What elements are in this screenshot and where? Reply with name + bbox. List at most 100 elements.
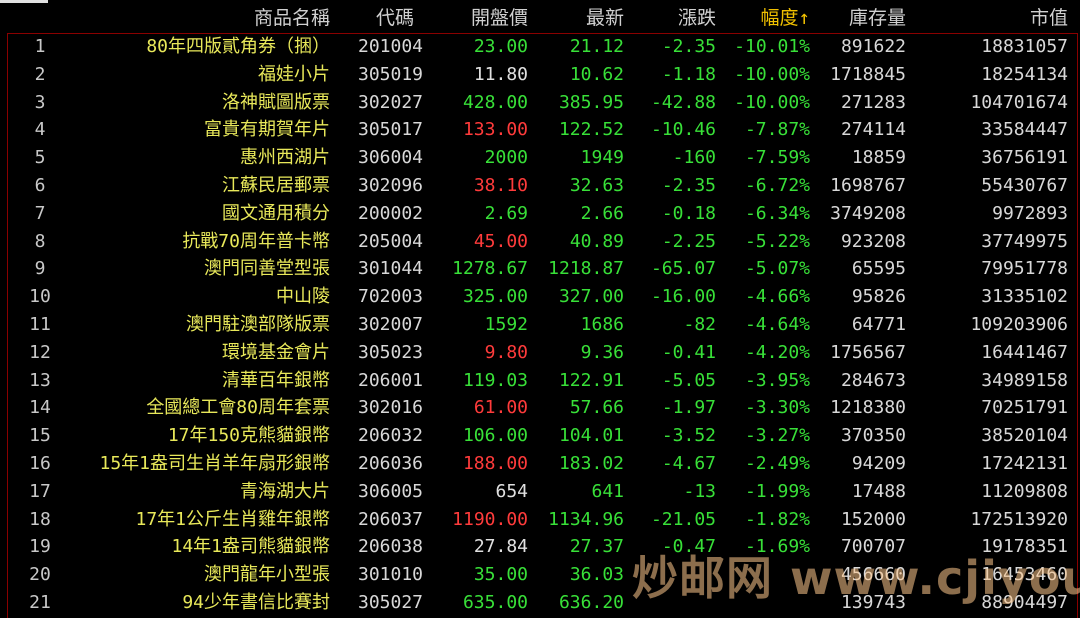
row-code: 301044 [358,258,424,280]
row-market-value: 9972893 [992,202,1068,224]
row-open-price: 35.00 [473,564,528,586]
row-pct: -4.64% [744,314,810,335]
row-market-value: 34989158 [981,369,1068,391]
row-index: 5 [34,147,46,169]
row-open-price: 1278.67 [452,258,528,280]
row-open-price: 188.00 [462,453,528,474]
row-change: -42.88 [650,91,716,113]
row-change: -0.18 [661,202,716,224]
row-name: 清華百年銀幣 [222,369,330,391]
row-stock: 152000 [840,508,906,530]
header-market-value[interactable]: 市值 [1030,3,1068,33]
row-index: 9 [34,258,46,280]
row-last-price: 1949 [580,147,624,169]
row-last-price: 36.03 [569,564,624,586]
row-pct: -3.95% [744,369,810,391]
row-market-value: 18254134 [981,63,1068,85]
row-last-price: 327.00 [558,286,624,308]
header-change[interactable]: 漲跌 [678,3,716,33]
row-last-price: 183.02 [558,453,624,474]
row-name: 江蘇民居郵票 [222,175,330,196]
row-open-price: 45.00 [473,230,528,252]
row-market-value: 104701674 [970,91,1068,113]
row-stock: 95826 [851,286,906,308]
row-last-price: 40.89 [569,230,624,252]
row-name: 洛神賦圖版票 [222,91,330,113]
row-stock: 274114 [840,119,906,141]
row-market-value: 55430767 [981,175,1068,196]
row-open-price: 428.00 [462,91,528,113]
table-row[interactable]: 6 江蘇民居郵票 302096 38.10 32.63 -2.35 -6.72% 169876… [0,172,1080,200]
table-row[interactable]: 17 青海湖大片 306005 654 641 -13 -1.99% 17488 1120980… [0,478,1080,506]
header-open[interactable]: 開盤價 [471,3,528,33]
table-row[interactable]: 3 洛神賦圖版票 302027 428.00 385.95 -42.88 -10.00% 27… [0,89,1080,117]
row-open-price: 133.00 [462,119,528,141]
row-name: 80年四版貳角券（捆） [146,36,330,57]
table-row[interactable]: 4 富貴有期賀年片 305017 133.00 122.52 -10.46 -7.87% 27… [0,116,1080,144]
row-market-value: 70251791 [981,397,1068,419]
header-pct[interactable]: 幅度↑ [761,3,810,33]
row-index: 14 [29,397,51,419]
row-market-value: 38520104 [981,425,1068,447]
header-last[interactable]: 最新 [586,3,624,33]
table-row[interactable]: 15 17年150克熊貓銀幣 206032 106.00 104.01 -3.52 -3.2… [0,422,1080,450]
row-code: 302016 [358,397,424,419]
row-code: 206032 [358,425,424,447]
row-name: 17年150克熊貓銀幣 [167,425,330,447]
row-index: 4 [34,119,46,141]
row-stock: 271283 [840,91,906,113]
row-name: 14年1盎司熊貓銀幣 [171,536,330,558]
row-name: 17年1公斤生肖雞年銀幣 [135,508,330,530]
row-pct: -1.99% [744,480,810,502]
row-market-value: 79951778 [981,258,1068,280]
header-name[interactable]: 商品名稱 [254,3,330,33]
row-change: -1.97 [661,397,716,419]
row-name: 15年1盎司生肖羊年扇形銀幣 [99,453,330,474]
row-change: -2.35 [661,175,716,196]
row-stock: 3749208 [830,202,906,224]
header-code[interactable]: 代碼 [376,3,414,33]
row-pct: -10.01% [734,36,810,57]
header-pct-label: 幅度 [760,7,799,29]
row-change: -3.52 [661,425,716,447]
row-index: 12 [29,341,51,363]
row-last-price: 385.95 [558,91,624,113]
row-open-price: 654 [495,480,528,502]
row-name: 富貴有期賀年片 [204,119,330,141]
row-change: -0.41 [661,341,716,363]
row-code: 702003 [358,286,424,308]
row-name: 青海湖大片 [240,480,330,502]
row-name: 94少年書信比賽封 [182,592,330,613]
table-row[interactable]: 8 抗戰70周年普卡幣 205004 45.00 40.89 -2.25 -5.22% 923… [0,228,1080,256]
table-row[interactable]: 7 國文通用積分 200002 2.69 2.66 -0.18 -6.34% 3749208 9… [0,200,1080,228]
table-row[interactable]: 12 環境基金會片 305023 9.80 9.36 -0.41 -4.20% 1756567… [0,339,1080,367]
row-pct: -1.82% [744,508,810,530]
table-row[interactable]: 18 17年1公斤生肖雞年銀幣 206037 1190.00 1134.96 -21.05… [0,506,1080,534]
table-row[interactable]: 11 澳門駐澳部隊版票 302007 1592 1686 -82 -4.64% 64771 10… [0,311,1080,339]
row-stock: 284673 [840,369,906,391]
header-stock[interactable]: 庫存量 [849,3,906,33]
row-pct: -3.27% [744,425,810,447]
table-row[interactable]: 5 惠州西湖片 306004 2000 1949 -160 -7.59% 18859 36756… [0,144,1080,172]
table-row[interactable]: 13 清華百年銀幣 206001 119.03 122.91 -5.05 -3.95% 284… [0,367,1080,395]
row-index: 7 [34,202,46,224]
table-row[interactable]: 1 80年四版貳角券（捆） 201004 23.00 21.12 -2.35 -10.01%… [0,33,1080,61]
row-pct: -10.00% [734,91,810,113]
table-row[interactable]: 10 中山陵 702003 325.00 327.00 -16.00 -4.66% 95826… [0,283,1080,311]
table-row[interactable]: 14 全國總工會80周年套票 302016 61.00 57.66 -1.97 -3.30%… [0,394,1080,422]
table-row[interactable]: 2 福娃小片 305019 11.80 10.62 -1.18 -10.00% 1718845… [0,61,1080,89]
row-last-price: 10.62 [569,63,624,85]
table-row[interactable]: 16 15年1盎司生肖羊年扇形銀幣 206036 188.00 183.02 -4.67 -… [0,450,1080,478]
row-market-value: 17242131 [981,453,1068,474]
site-watermark: 炒邮网 www.cjiyou.net [632,551,1080,605]
row-open-price: 635.00 [462,592,528,613]
row-market-value: 18831057 [981,36,1068,57]
row-name: 澳門駐澳部隊版票 [186,314,330,335]
row-stock: 923208 [840,230,906,252]
table-row[interactable]: 9 澳門同善堂型張 301044 1278.67 1218.87 -65.07 -5.07%… [0,255,1080,283]
row-pct: -7.87% [744,119,810,141]
row-name: 環境基金會片 [222,341,330,363]
row-open-price: 1592 [484,314,528,335]
row-index: 21 [29,592,51,613]
row-stock: 17488 [851,480,906,502]
